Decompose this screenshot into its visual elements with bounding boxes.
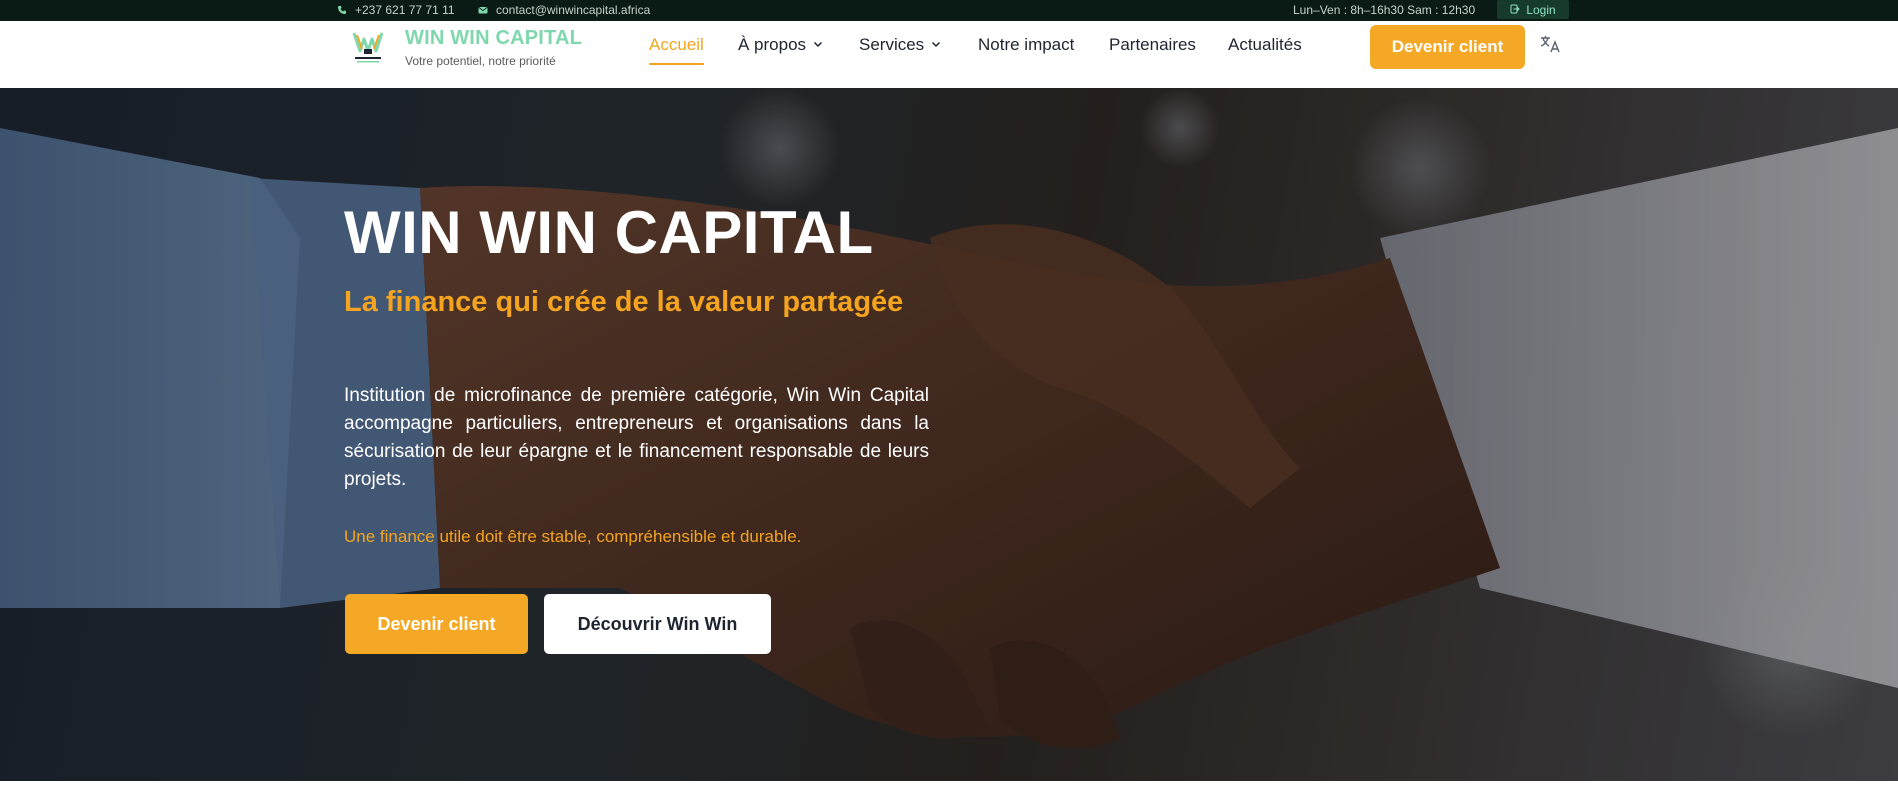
hero-subtitle: La finance qui crée de la valeur partagé… [344,286,904,318]
hero-title: WIN WIN CAPITAL [344,199,874,266]
nav-item-notre-impact[interactable]: Notre impact [978,35,1074,55]
email-address: contact@winwincapital.africa [496,3,651,17]
hero-description: Institution de microfinance de première … [344,385,929,490]
become-client-button[interactable]: Devenir client [1370,25,1525,69]
translate-icon[interactable] [1540,34,1562,54]
nav-label: Accueil [649,35,704,54]
chevron-down-icon [930,35,942,55]
nav-label: À propos [738,35,807,54]
login-icon [1510,3,1521,17]
brand-logo[interactable] [351,29,385,67]
nav-label: Notre impact [978,35,1075,54]
hero-overlay [0,88,1898,781]
email-contact[interactable]: contact@winwincapital.africa [478,3,650,17]
login-label: Login [1526,2,1556,17]
hero-section: WIN WIN CAPITAL La finance qui crée de l… [0,88,1898,781]
discover-win-win-button[interactable]: Découvrir Win Win [544,594,771,654]
top-utility-bar: +237 621 77 71 11 contact@winwincapital.… [0,0,1898,21]
phone-contact[interactable]: +237 621 77 71 11 [337,3,455,17]
nav-item-partenaires[interactable]: Partenaires [1109,35,1196,55]
brand-tagline: Votre potentiel, notre priorité [405,54,556,68]
opening-hours-text: Lun–Ven : 8h–16h30 Sam : 12h30 [1293,3,1476,17]
chevron-down-icon [812,35,824,55]
nav-item-actualites[interactable]: Actualités [1228,35,1302,55]
site-header: WIN WIN CAPITAL Votre potentiel, notre p… [0,21,1898,88]
nav-label: Partenaires [1109,35,1196,54]
brand-title[interactable]: WIN WIN CAPITAL [405,27,582,50]
login-button[interactable]: Login [1497,0,1569,19]
phone-number: +237 621 77 71 11 [355,3,455,17]
nav-label: Actualités [1228,35,1302,54]
hero-tagline: Une finance utile doit être stable, comp… [344,527,802,546]
mail-icon [478,5,488,15]
hero-become-client-button[interactable]: Devenir client [345,594,528,654]
nav-item-a-propos[interactable]: À propos [738,35,824,55]
nav-item-accueil[interactable]: Accueil [649,35,704,65]
opening-hours: Lun–Ven : 8h–16h30 Sam : 12h30 [1293,3,1475,17]
nav-item-services[interactable]: Services [859,35,942,55]
phone-icon [337,5,347,15]
nav-label: Services [859,35,925,54]
